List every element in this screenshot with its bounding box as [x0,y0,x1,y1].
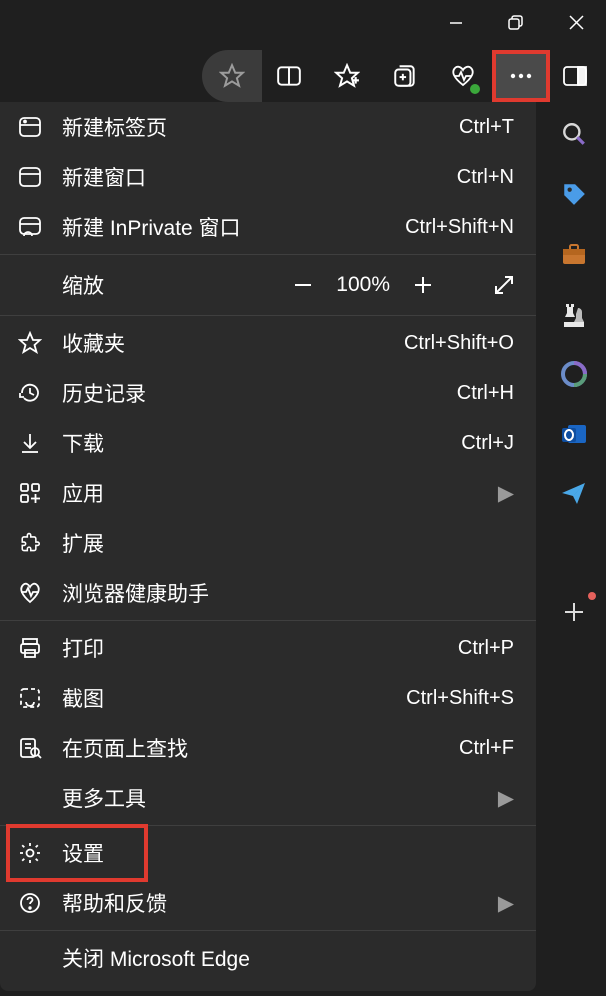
more-menu-button[interactable] [492,50,550,102]
shortcut: Ctrl+H [457,382,514,405]
menu-browser-health[interactable]: 浏览器健康助手 [0,568,536,618]
outlook-sidebar-icon[interactable] [558,418,590,450]
menu-new-window[interactable]: 新建窗口 Ctrl+N [0,152,536,202]
window-maximize-button[interactable] [486,0,546,45]
menu-new-tab[interactable]: 新建标签页 Ctrl+T [0,102,536,152]
menu-screenshot[interactable]: 截图 Ctrl+Shift+S [0,673,536,723]
menu-label: 在页面上查找 [62,733,459,763]
menu-label: 历史记录 [62,378,457,408]
menu-label: 截图 [62,683,406,713]
menu-extensions[interactable]: 扩展 [0,518,536,568]
menu-label: 下载 [62,428,461,458]
add-sidebar-icon[interactable] [558,596,590,628]
menu-zoom: 缩放 100% [0,257,536,313]
split-screen-button[interactable] [260,50,318,102]
inprivate-icon [18,216,62,238]
menu-label: 更多工具 [62,783,496,813]
zoom-in-button[interactable] [412,274,434,296]
shortcut: Ctrl+Shift+S [406,687,514,710]
menu-history[interactable]: 历史记录 Ctrl+H [0,368,536,418]
menu-label: 帮助和反馈 [62,888,496,918]
window-icon [18,166,62,188]
menu-label: 打印 [62,633,458,663]
right-sidebar [542,110,606,628]
menu-find[interactable]: 在页面上查找 Ctrl+F [0,723,536,773]
menu-label: 关闭 Microsoft Edge [62,943,514,973]
menu-help[interactable]: 帮助和反馈 ▶ [0,878,536,928]
sidebar-toggle-button[interactable] [550,50,600,102]
chevron-right-icon: ▶ [496,891,514,916]
briefcase-sidebar-icon[interactable] [558,238,590,270]
shortcut: Ctrl+F [459,737,514,760]
menu-close-edge[interactable]: 关闭 Microsoft Edge [0,933,536,983]
collections-button[interactable] [376,50,434,102]
zoom-value: 100% [336,273,390,297]
favorite-star-button[interactable] [202,50,262,102]
gear-icon [18,841,62,865]
menu-label: 收藏夹 [62,328,404,358]
favorites-button[interactable] [318,50,376,102]
office-sidebar-icon[interactable] [558,358,590,390]
menu-label: 扩展 [62,528,514,558]
tag-sidebar-icon[interactable] [558,178,590,210]
menu-label: 设置 [62,838,514,868]
menu-downloads[interactable]: 下载 Ctrl+J [0,418,536,468]
menu-label: 浏览器健康助手 [62,578,514,608]
shortcut: Ctrl+P [458,637,514,660]
shortcut: Ctrl+N [457,166,514,189]
menu-label: 应用 [62,478,496,508]
menu-label: 新建 InPrivate 窗口 [62,212,405,242]
history-icon [18,381,62,405]
menu-apps[interactable]: 应用 ▶ [0,468,536,518]
window-close-button[interactable] [546,0,606,45]
heartbeat-icon [18,582,62,604]
chevron-right-icon: ▶ [496,481,514,506]
search-sidebar-icon[interactable] [558,118,590,150]
menu-print[interactable]: 打印 Ctrl+P [0,623,536,673]
send-sidebar-icon[interactable] [558,478,590,510]
menu-settings[interactable]: 设置 [0,828,536,878]
shortcut: Ctrl+J [461,432,514,455]
shortcut: Ctrl+T [459,116,514,139]
puzzle-icon [18,531,62,555]
menu-label: 新建标签页 [62,112,459,142]
apps-icon [18,481,62,505]
window-minimize-button[interactable] [426,0,486,45]
menu-more-tools[interactable]: 更多工具 ▶ [0,773,536,823]
zoom-label: 缩放 [62,270,232,300]
find-icon [18,736,62,760]
tab-icon [18,116,62,138]
shortcut: Ctrl+Shift+N [405,216,514,239]
download-icon [18,431,62,455]
shortcut: Ctrl+Shift+O [404,332,514,355]
help-icon [18,891,62,915]
printer-icon [18,636,62,660]
health-button[interactable] [434,50,492,102]
screenshot-icon [18,686,62,710]
star-icon [18,331,62,355]
menu-label: 新建窗口 [62,162,457,192]
toolbar [0,50,606,102]
fullscreen-button[interactable] [492,273,516,297]
chess-sidebar-icon[interactable] [558,298,590,330]
chevron-right-icon: ▶ [496,786,514,811]
menu-new-inprivate[interactable]: 新建 InPrivate 窗口 Ctrl+Shift+N [0,202,536,252]
menu-favorites[interactable]: 收藏夹 Ctrl+Shift+O [0,318,536,368]
main-menu: 新建标签页 Ctrl+T 新建窗口 Ctrl+N 新建 InPrivate 窗口… [0,102,536,991]
zoom-out-button[interactable] [292,274,314,296]
